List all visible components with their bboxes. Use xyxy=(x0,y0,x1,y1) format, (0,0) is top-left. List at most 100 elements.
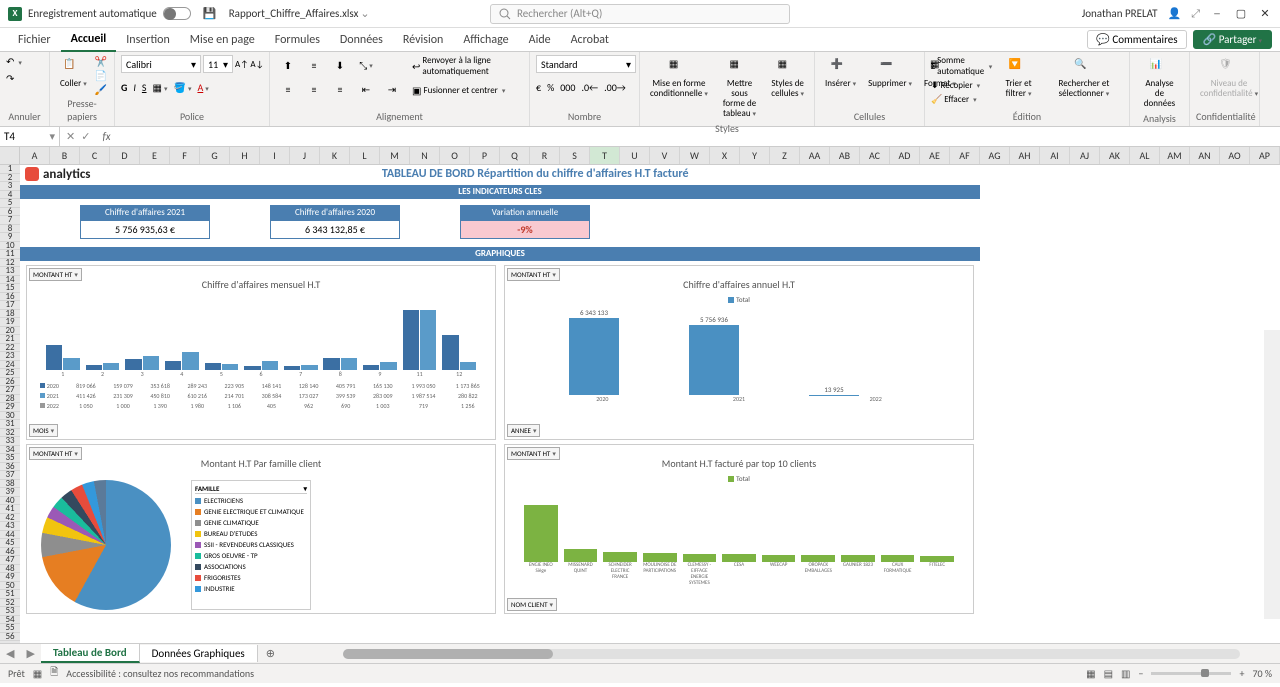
column-header[interactable]: Y xyxy=(740,147,770,164)
indent-inc-icon[interactable]: ⇥ xyxy=(381,80,403,98)
column-header[interactable]: AL xyxy=(1130,147,1160,164)
tab-mise-en-page[interactable]: Mise en page xyxy=(180,29,265,51)
slicer-montant[interactable]: MONTANT HT xyxy=(507,447,560,460)
column-header[interactable]: X xyxy=(710,147,740,164)
column-header[interactable]: R xyxy=(530,147,560,164)
slicer-annee[interactable]: ANNEE xyxy=(507,424,540,437)
minimize-icon[interactable]: ─ xyxy=(1210,7,1224,21)
column-header[interactable]: AG xyxy=(980,147,1010,164)
column-header[interactable]: Z xyxy=(770,147,800,164)
column-header[interactable]: K xyxy=(320,147,350,164)
undo-icon[interactable]: ↶ xyxy=(6,55,14,68)
comments-button[interactable]: 💬 Commentaires xyxy=(1087,30,1186,49)
sheet-nav-next-icon[interactable]: ▶ xyxy=(20,647,40,660)
workbook-stats-icon[interactable]: 🗎 xyxy=(50,665,58,682)
tab-insertion[interactable]: Insertion xyxy=(116,29,180,51)
chart-pie-famille[interactable]: MONTANT HT Montant H.T Par famille clien… xyxy=(26,444,496,614)
slicer-montant[interactable]: MONTANT HT xyxy=(29,268,82,281)
close-icon[interactable]: ✕ xyxy=(1258,7,1272,21)
font-color-button[interactable]: A xyxy=(197,81,208,94)
format-table-button[interactable]: ▦Mettre sous forme de tableau xyxy=(716,55,763,121)
column-header[interactable]: AA xyxy=(800,147,830,164)
column-header[interactable]: I xyxy=(260,147,290,164)
fill-color-button[interactable]: 🪣 xyxy=(173,81,191,94)
filename-dropdown-icon[interactable]: ⌄ xyxy=(360,7,369,20)
zoom-in-icon[interactable]: + xyxy=(1239,667,1244,680)
fx-icon[interactable]: fx xyxy=(102,130,110,143)
insert-button[interactable]: ➕Insérer xyxy=(821,55,860,91)
decrease-decimal-icon[interactable]: .00→ xyxy=(604,81,626,94)
column-header[interactable]: AH xyxy=(1010,147,1040,164)
column-header[interactable]: AB xyxy=(830,147,860,164)
column-header[interactable]: AM xyxy=(1160,147,1190,164)
fill-button[interactable]: ⬇ Recopier xyxy=(931,80,992,91)
conditional-format-button[interactable]: ▦Mise en forme conditionnelle xyxy=(646,55,712,101)
column-header[interactable]: H xyxy=(230,147,260,164)
tab-affichage[interactable]: Affichage xyxy=(453,29,518,51)
column-header[interactable]: C xyxy=(80,147,110,164)
percent-icon[interactable]: % xyxy=(547,81,554,94)
slicer-nomclient[interactable]: NOM CLIENT xyxy=(507,598,557,611)
macro-indicator-icon[interactable]: ▦ xyxy=(33,667,42,680)
column-header[interactable]: F xyxy=(170,147,200,164)
orientation-icon[interactable]: ⤡ xyxy=(355,56,377,74)
tab-accueil[interactable]: Accueil xyxy=(61,28,117,52)
clear-button[interactable]: 🧹 Effacer xyxy=(931,94,992,105)
row-number[interactable]: 56 xyxy=(0,633,20,642)
tab-formules[interactable]: Formules xyxy=(265,29,330,51)
search-box[interactable]: Rechercher (Alt+Q) xyxy=(490,4,790,24)
bold-button[interactable]: G xyxy=(121,81,127,94)
wrap-text-button[interactable]: ↩Renvoyer à la ligne automatiquement xyxy=(412,55,523,77)
merge-button[interactable]: ▣Fusionner et centrer xyxy=(412,84,523,97)
find-select-button[interactable]: 🔍Rechercher et sélectionner xyxy=(1045,55,1123,101)
tab-aide[interactable]: Aide xyxy=(519,29,561,51)
column-header[interactable]: AP xyxy=(1250,147,1280,164)
column-header[interactable]: A xyxy=(20,147,50,164)
column-header[interactable]: B xyxy=(50,147,80,164)
column-header[interactable]: AI xyxy=(1040,147,1070,164)
column-header[interactable]: O xyxy=(440,147,470,164)
sheet-content[interactable]: analytics TABLEAU DE BORD Répartition du… xyxy=(20,165,1280,643)
redo-icon[interactable]: ↷ xyxy=(6,72,14,85)
column-header[interactable]: AD xyxy=(890,147,920,164)
align-right-icon[interactable]: ≡ xyxy=(329,80,351,98)
view-layout-icon[interactable]: ▤ xyxy=(1104,667,1113,680)
slicer-montant[interactable]: MONTANT HT xyxy=(507,268,560,281)
sort-filter-button[interactable]: 🔽Trier et filtrer xyxy=(996,55,1041,101)
column-header[interactable]: P xyxy=(470,147,500,164)
column-header[interactable]: AO xyxy=(1220,147,1250,164)
column-header[interactable]: M xyxy=(380,147,410,164)
user-name[interactable]: Jonathan PRELAT xyxy=(1082,7,1158,20)
chart-monthly[interactable]: MONTANT HT Chiffre d'affaires mensuel H.… xyxy=(26,265,496,440)
increase-decimal-icon[interactable]: .0← xyxy=(581,81,598,94)
tab-fichier[interactable]: Fichier xyxy=(8,29,61,51)
name-box[interactable]: T4▾ xyxy=(0,127,60,146)
column-header[interactable]: AJ xyxy=(1070,147,1100,164)
view-normal-icon[interactable]: ▦ xyxy=(1086,667,1095,680)
column-header[interactable]: AN xyxy=(1190,147,1220,164)
column-header[interactable]: D xyxy=(110,147,140,164)
sheet-nav-prev-icon[interactable]: ◀ xyxy=(0,647,20,660)
column-header[interactable]: Q xyxy=(500,147,530,164)
column-header[interactable]: J xyxy=(290,147,320,164)
column-header[interactable]: V xyxy=(650,147,680,164)
copy-icon[interactable]: 📄 xyxy=(95,69,107,82)
autosum-button[interactable]: Σ Somme automatique xyxy=(931,55,992,77)
format-painter-icon[interactable]: 🖌️ xyxy=(95,83,107,96)
increase-font-icon[interactable]: A↑ xyxy=(235,59,248,70)
italic-button[interactable]: I xyxy=(133,81,136,94)
user-avatar-icon[interactable]: 👤 xyxy=(1167,7,1181,20)
column-header[interactable]: AC xyxy=(860,147,890,164)
indent-dec-icon[interactable]: ⇤ xyxy=(355,80,377,98)
sheet-tab-dashboard[interactable]: Tableau de Bord xyxy=(41,644,140,663)
cut-icon[interactable]: ✂️ xyxy=(95,55,107,68)
cell-styles-button[interactable]: ▦Styles de cellules xyxy=(767,55,808,101)
align-left-icon[interactable]: ≡ xyxy=(277,80,299,98)
align-middle-icon[interactable]: ≡ xyxy=(303,56,325,74)
ribbon-options-icon[interactable]: ⤢ xyxy=(1191,7,1200,21)
column-header[interactable]: N xyxy=(410,147,440,164)
currency-icon[interactable]: € xyxy=(536,81,541,94)
sheet-tab-donnees[interactable]: Données Graphiques xyxy=(140,645,258,662)
comma-icon[interactable]: 000 xyxy=(560,81,575,94)
column-header[interactable]: AF xyxy=(950,147,980,164)
